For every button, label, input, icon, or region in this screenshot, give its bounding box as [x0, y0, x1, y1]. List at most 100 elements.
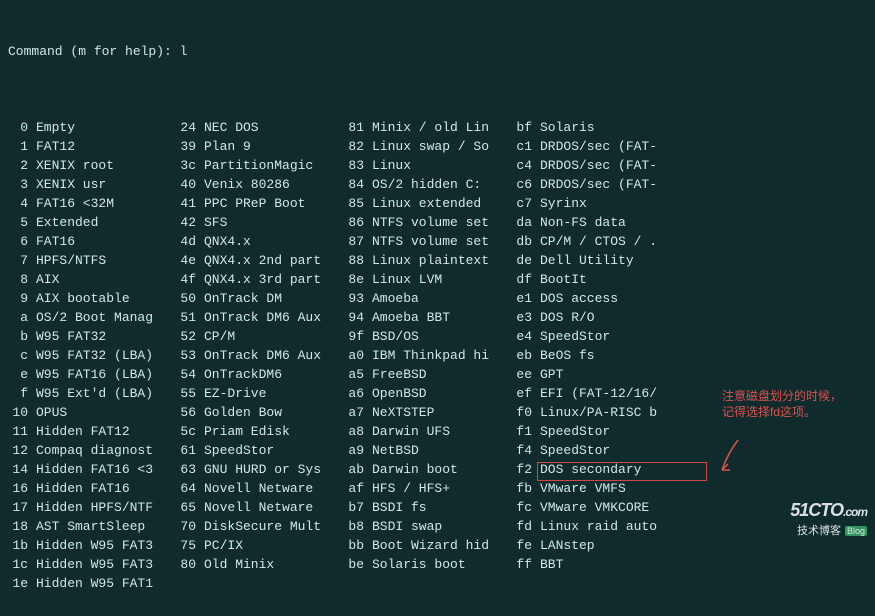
partition-type-entry: c6DRDOS/sec (FAT-	[512, 175, 657, 194]
partition-name: Linux plaintext	[372, 251, 512, 270]
partition-type-entry: 65Novell Netware	[176, 498, 344, 517]
partition-name: Golden Bow	[204, 403, 344, 422]
watermark-logo: 51CTO.com 技术博客Blog	[790, 501, 867, 541]
partition-type-entry: 50OnTrack DM	[176, 289, 344, 308]
partition-type-entry: a7NeXTSTEP	[344, 403, 512, 422]
partition-type-entry: eW95 FAT16 (LBA)	[8, 365, 176, 384]
partition-type-entry: 53OnTrack DM6 Aux	[176, 346, 344, 365]
partition-type-entry: 3cPartitionMagic	[176, 156, 344, 175]
table-row: 5Extended42SFS86NTFS volume setdaNon-FS …	[8, 213, 867, 232]
hex-code: e1	[512, 289, 540, 308]
partition-type-entry: 6FAT16	[8, 232, 176, 251]
logo-blog: Blog	[845, 526, 867, 536]
partition-type-entry: dbCP/M / CTOS / .	[512, 232, 657, 251]
hex-code: 55	[176, 384, 204, 403]
partition-name: Novell Netware	[204, 479, 344, 498]
partition-type-entry: daNon-FS data	[512, 213, 626, 232]
logo-main: 51CTO	[790, 500, 843, 520]
hex-code: 5c	[176, 422, 204, 441]
hex-code: ee	[512, 365, 540, 384]
hex-code: f	[8, 384, 36, 403]
partition-type-entry: c7Syrinx	[512, 194, 587, 213]
partition-name: Dell Utility	[540, 251, 634, 270]
partition-type-entry: b8BSDI swap	[344, 517, 512, 536]
partition-type-entry: aOS/2 Boot Manag	[8, 308, 176, 327]
hex-code: fd	[512, 517, 540, 536]
partition-name: DOS access	[540, 289, 618, 308]
partition-type-entry: 41PPC PReP Boot	[176, 194, 344, 213]
partition-type-entry: a9NetBSD	[344, 441, 512, 460]
hex-code: a7	[344, 403, 372, 422]
partition-type-entry: a0IBM Thinkpad hi	[344, 346, 512, 365]
hex-code: 3	[8, 175, 36, 194]
partition-type-entry: 8AIX	[8, 270, 176, 289]
partition-type-entry: 1cHidden W95 FAT3	[8, 555, 176, 574]
hex-code: 6	[8, 232, 36, 251]
hex-code: f4	[512, 441, 540, 460]
table-row: 16Hidden FAT1664Novell NetwareafHFS / HF…	[8, 479, 867, 498]
hex-code: e3	[512, 308, 540, 327]
partition-type-entry: 39Plan 9	[176, 137, 344, 156]
partition-name: BSDI swap	[372, 517, 512, 536]
partition-type-entry: fW95 Ext'd (LBA)	[8, 384, 176, 403]
table-row: 2XENIX root3cPartitionMagic83Linuxc4DRDO…	[8, 156, 867, 175]
partition-type-entry: e3DOS R/O	[512, 308, 595, 327]
partition-name: FAT12	[36, 137, 176, 156]
hex-code: 8	[8, 270, 36, 289]
partition-name: FreeBSD	[372, 365, 512, 384]
partition-type-entry: c1DRDOS/sec (FAT-	[512, 137, 657, 156]
partition-type-entry: c4DRDOS/sec (FAT-	[512, 156, 657, 175]
partition-name: Hidden W95 FAT1	[36, 574, 176, 593]
partition-name: SpeedStor	[540, 327, 610, 346]
partition-type-entry: 9AIX bootable	[8, 289, 176, 308]
partition-type-entry: eeGPT	[512, 365, 563, 384]
hex-code: 4	[8, 194, 36, 213]
partition-name: OS/2 Boot Manag	[36, 308, 176, 327]
partition-name: DOS secondary	[540, 460, 641, 479]
partition-name: DRDOS/sec (FAT-	[540, 137, 657, 156]
hex-code: bf	[512, 118, 540, 137]
partition-name: Linux/PA-RISC b	[540, 403, 657, 422]
annotation-text: 注意磁盘划分的时候，记得选择fd这项。	[722, 388, 842, 420]
partition-type-entry: beSolaris boot	[344, 555, 512, 574]
partition-type-entry: 70DiskSecure Mult	[176, 517, 344, 536]
hex-code: a5	[344, 365, 372, 384]
hex-code: 12	[8, 441, 36, 460]
partition-type-entry: e4SpeedStor	[512, 327, 610, 346]
table-row: 1cHidden W95 FAT380Old MinixbeSolaris bo…	[8, 555, 867, 574]
partition-name: Linux extended	[372, 194, 512, 213]
partition-type-entry: 10OPUS	[8, 403, 176, 422]
table-row: 11Hidden FAT125cPriam Ediska8Darwin UFSf…	[8, 422, 867, 441]
partition-name: VMware VMKCORE	[540, 498, 649, 517]
terminal-output[interactable]: Command (m for help): l 0Empty24NEC DOS8…	[0, 0, 875, 616]
partition-type-entry: 9fBSD/OS	[344, 327, 512, 346]
partition-type-entry: 55EZ-Drive	[176, 384, 344, 403]
partition-type-entry: 14Hidden FAT16 <3	[8, 460, 176, 479]
partition-name: Hidden W95 FAT3	[36, 555, 176, 574]
hex-code: 81	[344, 118, 372, 137]
partition-name: QNX4.x 3rd part	[204, 270, 344, 289]
partition-name: EFI (FAT-12/16/	[540, 384, 657, 403]
partition-name: Amoeba	[372, 289, 512, 308]
partition-name: Syrinx	[540, 194, 587, 213]
partition-type-entry: 61SpeedStor	[176, 441, 344, 460]
partition-type-table: 0Empty24NEC DOS81Minix / old LinbfSolari…	[8, 118, 867, 593]
logo-suffix: .com	[843, 505, 867, 519]
hex-code: 24	[176, 118, 204, 137]
hex-code: f2	[512, 460, 540, 479]
partition-type-entry: cW95 FAT32 (LBA)	[8, 346, 176, 365]
partition-type-entry: 1bHidden W95 FAT3	[8, 536, 176, 555]
partition-name: Compaq diagnost	[36, 441, 176, 460]
table-row: 6FAT164dQNX4.x87NTFS volume setdbCP/M / …	[8, 232, 867, 251]
hex-code: b8	[344, 517, 372, 536]
table-row: 9AIX bootable50OnTrack DM93Amoebae1DOS a…	[8, 289, 867, 308]
partition-name: Solaris boot	[372, 555, 512, 574]
partition-type-entry: 52CP/M	[176, 327, 344, 346]
partition-name: OnTrackDM6	[204, 365, 344, 384]
partition-name: XENIX usr	[36, 175, 176, 194]
partition-name: Plan 9	[204, 137, 344, 156]
partition-name: SpeedStor	[540, 422, 610, 441]
partition-type-entry: 1eHidden W95 FAT1	[8, 574, 176, 593]
table-row: bW95 FAT3252CP/M9fBSD/OSe4SpeedStor	[8, 327, 867, 346]
hex-code: 1	[8, 137, 36, 156]
